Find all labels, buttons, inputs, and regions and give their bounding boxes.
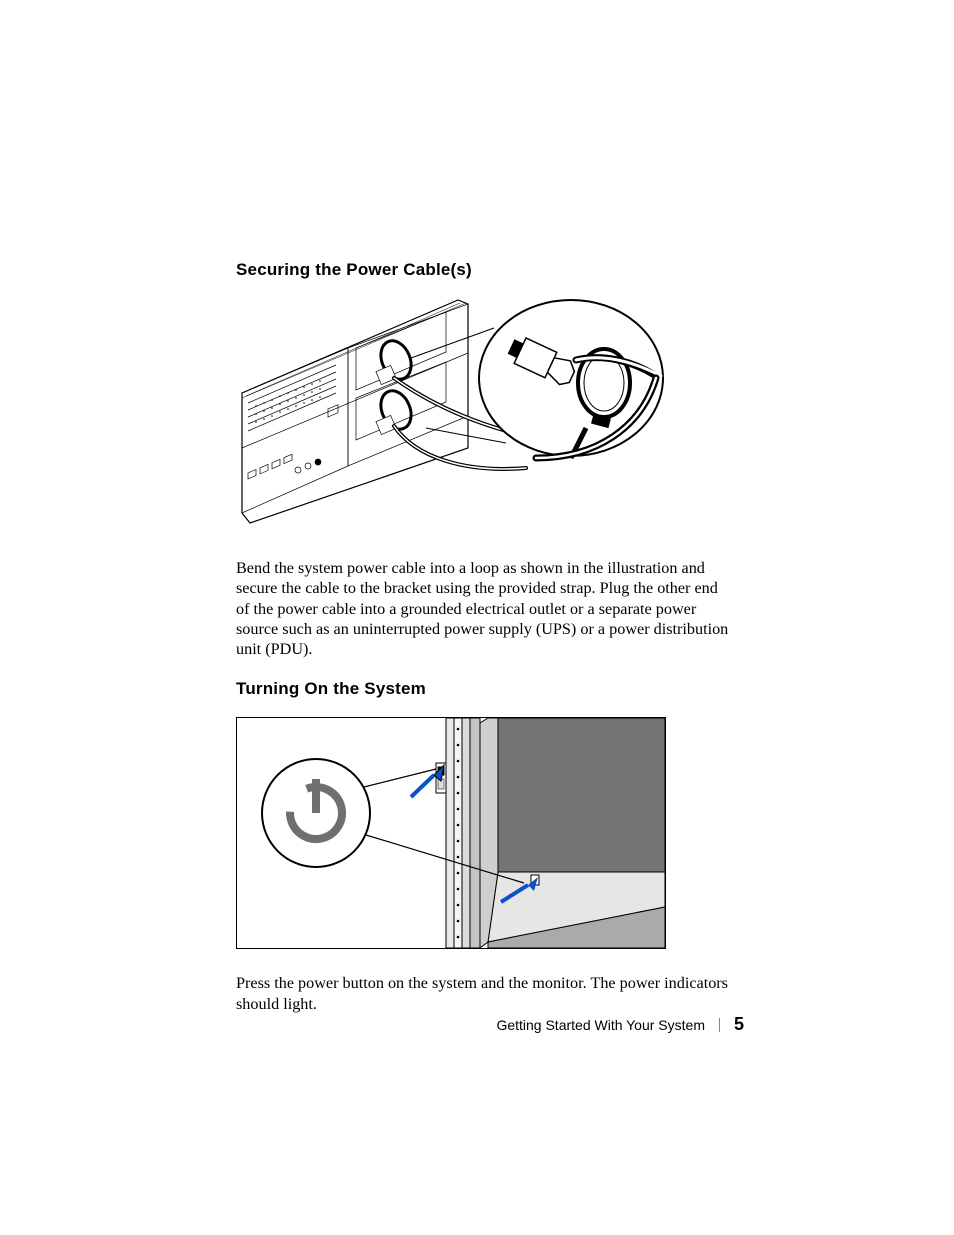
figure-power-cable-securing	[236, 298, 744, 534]
document-page: Securing the Power Cable(s)	[0, 0, 954, 1235]
power-button-illustration	[236, 717, 666, 949]
power-cable-illustration	[236, 298, 666, 534]
paragraph-turning-on-system: Press the power button on the system and…	[236, 973, 734, 1014]
figure-power-button-location	[236, 717, 744, 949]
footer-separator	[719, 1018, 720, 1032]
section-heading-turning-on-system: Turning On the System	[236, 679, 744, 699]
page-footer: Getting Started With Your System 5	[496, 1014, 744, 1035]
footer-chapter-title: Getting Started With Your System	[496, 1017, 705, 1033]
footer-page-number: 5	[734, 1014, 744, 1035]
monitor-corner	[480, 718, 665, 948]
section-heading-securing-power-cables: Securing the Power Cable(s)	[236, 260, 744, 280]
paragraph-securing-power-cables: Bend the system power cable into a loop …	[236, 558, 734, 659]
